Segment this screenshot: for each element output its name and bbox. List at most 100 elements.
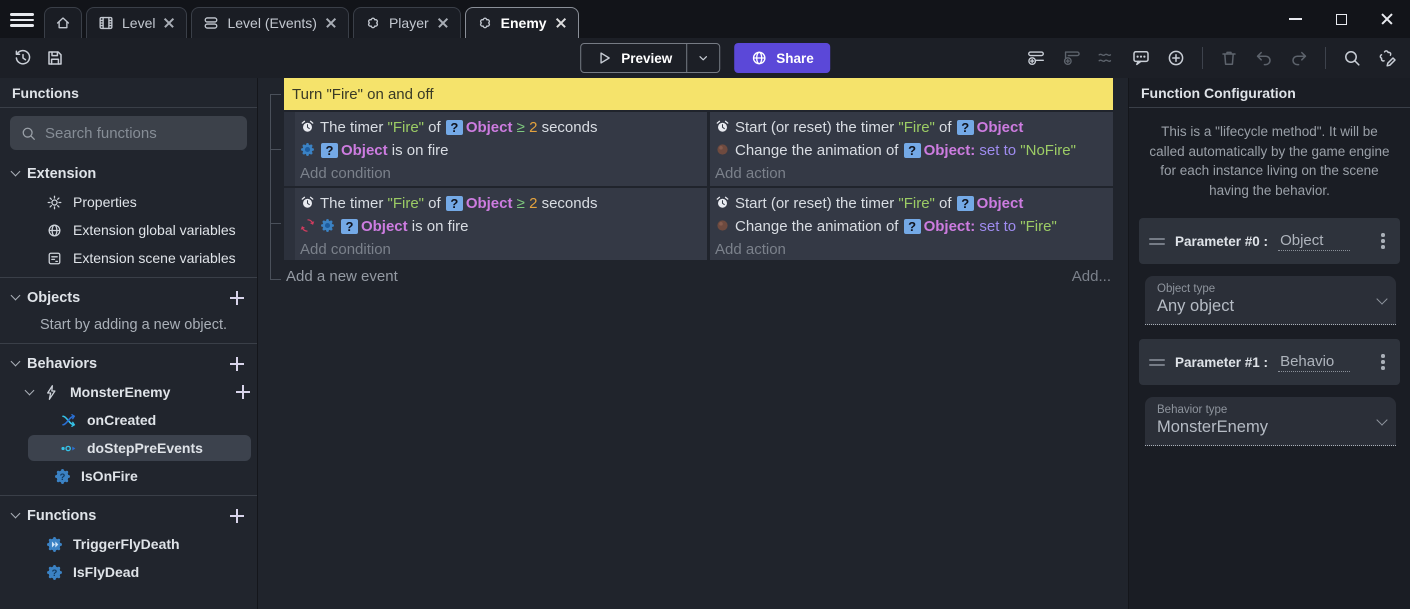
event-drag-rail[interactable] [284, 112, 295, 186]
text-segment: Change the animation of [735, 142, 903, 159]
add-behavior-button[interactable] [229, 356, 245, 372]
add-linked-event-icon[interactable] [1093, 45, 1119, 71]
save-icon[interactable] [42, 45, 68, 71]
sidebar-item-scene-variables[interactable]: Extension scene variables [0, 245, 251, 271]
hamburger-menu-icon[interactable] [10, 10, 34, 28]
sidebar-item-isflydead[interactable]: ? IsFlyDead [0, 559, 251, 585]
gdevelop-window: Level Level (Events) Player Enemy [0, 0, 1410, 609]
event-row[interactable]: The timer "Fire" of ?Object ≥ 2 seconds … [284, 188, 1113, 260]
window-controls [1272, 0, 1410, 38]
close-tab-icon[interactable] [554, 16, 568, 30]
undo-icon[interactable] [1251, 45, 1277, 71]
parameter-name-input[interactable]: Behavio [1278, 353, 1350, 372]
tab-enemy[interactable]: Enemy [465, 7, 579, 38]
section-behaviors[interactable]: Behaviors [0, 350, 257, 377]
condition-line[interactable]: ?Object is on fire [300, 139, 701, 162]
text-segment: Object [924, 142, 971, 159]
behavior-type-select[interactable]: Behavior type MonsterEnemy [1145, 397, 1396, 446]
kebab-menu-icon[interactable] [1376, 352, 1390, 373]
add-action-link[interactable]: Add action [715, 162, 1107, 185]
tab-home[interactable] [44, 7, 82, 38]
tab-player[interactable]: Player [353, 7, 461, 38]
sidebar-item-global-variables[interactable]: Extension global variables [0, 217, 251, 243]
text-segment: "Fire" [388, 195, 424, 212]
add-function-button[interactable] [229, 508, 245, 524]
add-subevent-icon[interactable] [1058, 45, 1084, 71]
sidebar-item-oncreated[interactable]: onCreated [0, 407, 251, 433]
globe-icon [46, 222, 63, 239]
add-more-link[interactable]: Add... [1072, 268, 1111, 285]
maximize-button[interactable] [1318, 0, 1364, 38]
item-label: Extension scene variables [73, 250, 236, 266]
section-objects[interactable]: Objects [0, 284, 257, 311]
add-object-button[interactable] [229, 290, 245, 306]
add-condition-link[interactable]: Add condition [300, 162, 701, 185]
close-tab-icon[interactable] [324, 16, 338, 30]
drag-handle-icon[interactable] [1149, 356, 1165, 369]
search-functions-box[interactable] [10, 116, 247, 150]
action-line[interactable]: Change the animation of ?Object: set to … [715, 139, 1107, 162]
redo-icon[interactable] [1286, 45, 1312, 71]
object-type-select[interactable]: Object type Any object [1145, 276, 1396, 325]
sidebar-item-triggerflydeath[interactable]: TriggerFlyDeath [0, 531, 251, 557]
event-row[interactable]: The timer "Fire" of ?Object ≥ 2 seconds … [284, 112, 1113, 186]
sidebar-item-monsterenemy[interactable]: MonsterEnemy [0, 379, 251, 405]
search-functions-input[interactable] [45, 125, 244, 142]
tab-level-events[interactable]: Level (Events) [191, 7, 348, 38]
text-segment: ? [341, 219, 358, 234]
item-label: Properties [73, 194, 137, 210]
close-tab-icon[interactable] [162, 16, 176, 30]
add-condition-link[interactable]: Add condition [300, 238, 701, 261]
parameter-1-card[interactable]: Parameter #1 : Behavio [1139, 339, 1400, 385]
history-icon[interactable] [10, 45, 36, 71]
search-icon[interactable] [1339, 45, 1365, 71]
tab-level[interactable]: Level [86, 7, 187, 38]
add-behavior-function-button[interactable] [235, 384, 251, 400]
field-label: Behavior type [1157, 404, 1368, 416]
action-line[interactable]: Start (or reset) the timer "Fire" of ?Ob… [715, 116, 1107, 139]
section-functions[interactable]: Functions [0, 502, 257, 529]
preview-dropdown-button[interactable] [686, 44, 719, 72]
action-line[interactable]: Change the animation of ?Object: set to … [715, 215, 1107, 238]
lightning-icon [43, 384, 60, 401]
parameter-0-card[interactable]: Parameter #0 : Object [1139, 218, 1400, 264]
film-icon [97, 14, 115, 32]
kebab-menu-icon[interactable] [1376, 231, 1390, 252]
close-button[interactable] [1364, 0, 1410, 38]
parameter-name-input[interactable]: Object [1278, 232, 1350, 251]
event-drag-rail[interactable] [284, 188, 295, 260]
text-segment: "Fire" [898, 195, 934, 212]
delete-icon[interactable] [1216, 45, 1242, 71]
sidebar-item-dosteppreevents[interactable]: doStepPreEvents [28, 435, 251, 461]
condition-line[interactable]: ?Object is on fire [300, 215, 701, 238]
condition-line[interactable]: The timer "Fire" of ?Object ≥ 2 seconds [300, 116, 701, 139]
text-segment: of [424, 195, 445, 212]
share-button[interactable]: Share [734, 43, 830, 73]
text-segment: Object [977, 119, 1024, 136]
choose-add-event-icon[interactable] [1163, 45, 1189, 71]
conditions-column: The timer "Fire" of ?Object ≥ 2 seconds … [295, 188, 710, 260]
play-icon [595, 49, 613, 67]
add-comment-icon[interactable] [1128, 45, 1154, 71]
share-label: Share [776, 51, 814, 66]
item-label: Extension global variables [73, 222, 236, 238]
text-segment: ≥ [513, 119, 530, 136]
preview-button[interactable]: Preview [580, 43, 720, 73]
add-new-event-link[interactable]: Add a new event [286, 268, 398, 285]
field-value: Any object [1157, 297, 1368, 316]
text-segment: is on fire [408, 218, 469, 235]
add-action-link[interactable]: Add action [715, 238, 1107, 261]
section-extension[interactable]: Extension [0, 160, 257, 187]
condition-line[interactable]: The timer "Fire" of ?Object ≥ 2 seconds [300, 192, 701, 215]
add-event-icon[interactable] [1023, 45, 1049, 71]
close-tab-icon[interactable] [436, 16, 450, 30]
edit-extension-icon[interactable] [1374, 45, 1400, 71]
drag-handle-icon[interactable] [1149, 235, 1165, 248]
action-line[interactable]: Start (or reset) the timer "Fire" of ?Ob… [715, 192, 1107, 215]
minimize-button[interactable] [1272, 0, 1318, 38]
text-segment: seconds [537, 195, 597, 212]
event-comment[interactable]: Turn "Fire" on and off [284, 78, 1113, 110]
sidebar-item-isonfire[interactable]: ? IsOnFire [0, 463, 251, 489]
sidebar-item-properties[interactable]: Properties [0, 189, 251, 215]
animation-icon [715, 142, 735, 159]
